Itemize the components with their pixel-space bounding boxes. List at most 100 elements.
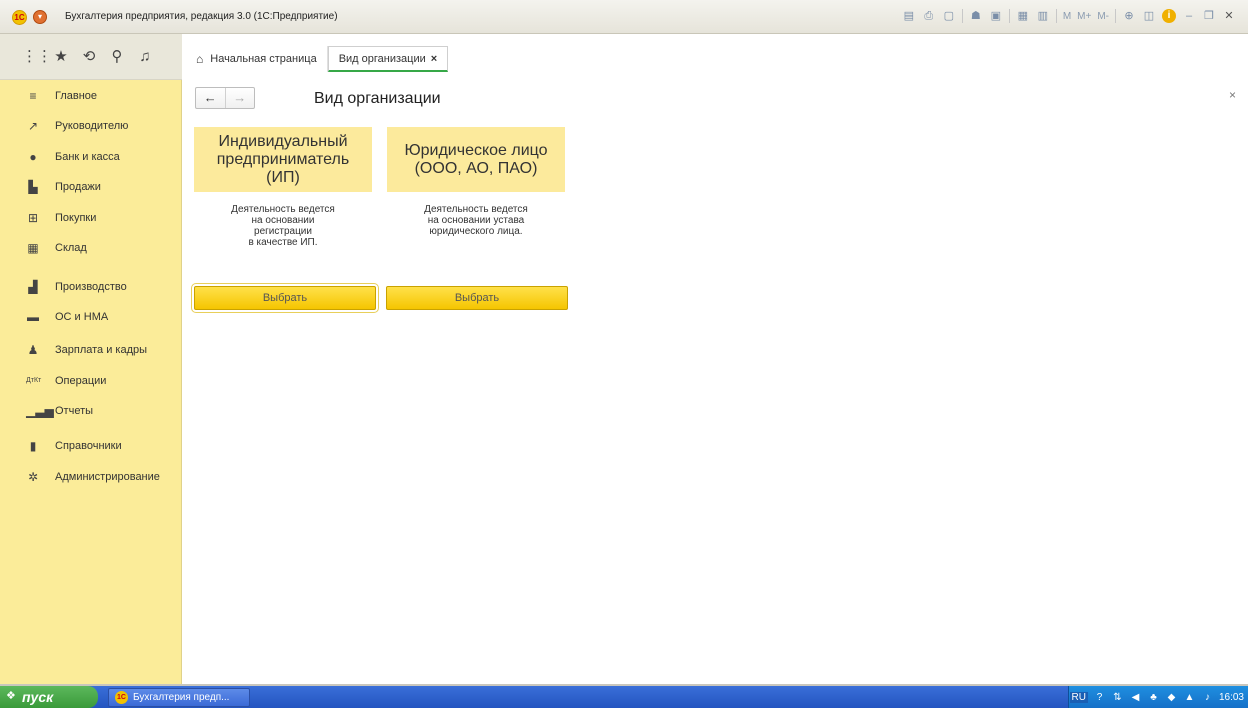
clock: 16:03 <box>1218 691 1244 703</box>
language-indicator[interactable]: RU <box>1069 691 1088 703</box>
taskbar: ❖ пуск 1С Бухгалтерия предп... RU ? ⇅ ◀ … <box>0 686 1248 708</box>
sidebar-item-bank[interactable]: ● Банк и касса <box>0 141 182 172</box>
app-logo-icon[interactable]: 1С <box>12 10 27 25</box>
sidebar-item-label: Продажи <box>55 180 101 193</box>
cart-icon: ⊞ <box>27 210 39 225</box>
sidebar-item-fixed-assets[interactable]: ▬ ОС и НМА <box>0 301 182 332</box>
window-title: Бухгалтерия предприятия, редакция 3.0 (1… <box>65 11 338 22</box>
sidebar: ≡ Главное ↗ Руководителю ● Банк и касса … <box>0 80 182 684</box>
form-title: Вид организации <box>314 90 441 107</box>
title-bar: 1С ▾ Бухгалтерия предприятия, редакция 3… <box>0 0 1248 34</box>
select-legal-entity-button[interactable]: Выбрать <box>386 286 568 310</box>
sidebar-item-operations[interactable]: ДтКт Операции <box>0 365 182 396</box>
help-icon[interactable]: ? <box>1093 691 1106 704</box>
star-icon[interactable]: ★ <box>52 48 70 66</box>
search-icon[interactable]: ⚲ <box>108 48 126 66</box>
tray-app-icon[interactable]: ♣ <box>1147 691 1160 704</box>
calc-icon[interactable]: ▦ <box>1016 9 1030 23</box>
separator <box>1008 9 1010 23</box>
memory-mminus-button[interactable]: M- <box>1097 11 1109 22</box>
copy-icon[interactable]: ▣ <box>989 9 1003 23</box>
tab-close-icon[interactable]: × <box>431 53 437 65</box>
history-icon[interactable]: ⟲ <box>80 48 98 66</box>
tab-organization-type[interactable]: Вид организации × <box>327 46 449 72</box>
memory-mplus-button[interactable]: M+ <box>1077 11 1091 22</box>
sidebar-item-manager[interactable]: ↗ Руководителю <box>0 110 182 141</box>
network-icon[interactable]: ⇅ <box>1111 691 1124 704</box>
separator <box>1115 9 1116 23</box>
sidebar-item-reports[interactable]: ▁▃▅ Отчеты <box>0 395 182 426</box>
start-label: пуск <box>22 689 54 705</box>
gear-icon: ✲ <box>27 469 39 484</box>
calendar-icon[interactable]: ▥ <box>1036 9 1050 23</box>
coin-icon: ● <box>29 149 37 164</box>
sidebar-item-salary[interactable]: ♟ Зарплата и кадры <box>0 334 182 365</box>
menu-lines-icon: ≡ <box>29 88 37 103</box>
print-icon[interactable]: ⎙ <box>922 9 936 23</box>
sidebar-item-references[interactable]: ▮ Справочники <box>0 430 182 461</box>
bag-icon: ▙ <box>28 179 38 194</box>
option-heading: Индивидуальный предприниматель (ИП) <box>194 127 372 192</box>
taskbar-app-button[interactable]: 1С Бухгалтерия предп... <box>108 688 250 707</box>
bell-icon[interactable]: ♫ <box>136 48 154 66</box>
windows-flag-icon: ❖ <box>6 690 16 702</box>
form-area: ← → Вид организации × Индивидуальный пре… <box>182 80 1248 684</box>
tab-bar: ⌂ Начальная страница Вид организации × <box>186 46 449 72</box>
form-close-button[interactable]: × <box>1229 88 1236 102</box>
back-button[interactable]: ← <box>196 88 225 108</box>
info-icon[interactable]: i <box>1162 9 1176 23</box>
memory-m-button[interactable]: M <box>1063 11 1071 22</box>
sidebar-item-label: ОС и НМА <box>55 310 109 323</box>
main-menu-button[interactable]: ▾ <box>33 10 47 24</box>
select-ip-button[interactable]: Выбрать <box>191 283 379 313</box>
shield-icon[interactable]: ◆ <box>1165 691 1178 704</box>
sidebar-item-label: Главное <box>55 89 98 102</box>
title-toolbar: ▤ ⎙ ▢ ☗ ▣ ▦ ▥ M M+ M- ⊕ ◫ i – ❐ ✕ <box>902 9 1236 23</box>
apps-grid-icon[interactable]: ⋮⋮ <box>22 48 52 66</box>
minimize-icon[interactable]: – <box>1182 9 1196 23</box>
panel-icon[interactable]: ◫ <box>1142 9 1156 23</box>
sidebar-item-label: Производство <box>55 280 127 293</box>
save-icon[interactable]: ▤ <box>902 9 916 23</box>
truck-icon: ▬ <box>27 309 39 324</box>
dt-kt-icon: ДтКт <box>26 376 42 384</box>
sidebar-item-label: Справочники <box>55 439 122 452</box>
sidebar-item-label: Склад <box>55 241 87 254</box>
sidebar-item-label: Зарплата и кадры <box>55 343 148 356</box>
person-icon: ♟ <box>27 342 39 357</box>
tab-home[interactable]: ⌂ Начальная страница <box>186 46 328 72</box>
sidebar-item-label: Отчеты <box>55 404 94 417</box>
app-logo-icon: 1С <box>115 691 128 704</box>
sidebar-item-label: Администрирование <box>55 470 160 483</box>
sidebar-item-label: Покупки <box>55 211 97 224</box>
back-arrow-icon[interactable]: ◀ <box>1129 691 1142 704</box>
forward-button[interactable]: → <box>224 88 255 108</box>
users-icon[interactable]: ☗ <box>969 9 983 23</box>
sidebar-item-purchases[interactable]: ⊞ Покупки <box>0 202 182 233</box>
zoom-icon[interactable]: ⊕ <box>1122 9 1136 23</box>
factory-icon: ▟ <box>28 279 38 294</box>
option-description: Деятельность ведется на основании регист… <box>231 204 335 248</box>
preview-icon[interactable]: ▢ <box>942 9 956 23</box>
option-card-legal-entity: Юридическое лицо (ООО, АО, ПАО) Деятельн… <box>387 127 565 237</box>
system-tray: RU ? ⇅ ◀ ♣ ◆ ▲ ♪ 16:03 <box>1068 686 1248 708</box>
task-label: Бухгалтерия предп... <box>133 692 230 703</box>
book-icon: ▮ <box>29 438 37 453</box>
volume-icon[interactable]: ♪ <box>1201 691 1214 704</box>
sidebar-item-sales[interactable]: ▙ Продажи <box>0 171 182 202</box>
sidebar-item-production[interactable]: ▟ Производство <box>0 271 182 302</box>
close-icon[interactable]: ✕ <box>1222 9 1236 23</box>
bar-chart-icon: ▁▃▅ <box>26 403 54 418</box>
tab-label: Начальная страница <box>210 53 317 65</box>
lock-icon[interactable]: ▲ <box>1183 691 1196 704</box>
option-description: Деятельность ведется на основании устава… <box>424 204 528 237</box>
restore-icon[interactable]: ❐ <box>1202 9 1216 23</box>
history-nav: ← → <box>195 87 255 109</box>
warehouse-icon: ▦ <box>27 240 39 255</box>
sidebar-item-label: Руководителю <box>55 119 129 132</box>
sidebar-item-main[interactable]: ≡ Главное <box>0 80 182 111</box>
option-card-ip: Индивидуальный предприниматель (ИП) Деят… <box>194 127 372 248</box>
start-button[interactable]: ❖ пуск <box>0 686 98 708</box>
sidebar-item-administration[interactable]: ✲ Администрирование <box>0 461 182 492</box>
sidebar-item-warehouse[interactable]: ▦ Склад <box>0 232 182 263</box>
